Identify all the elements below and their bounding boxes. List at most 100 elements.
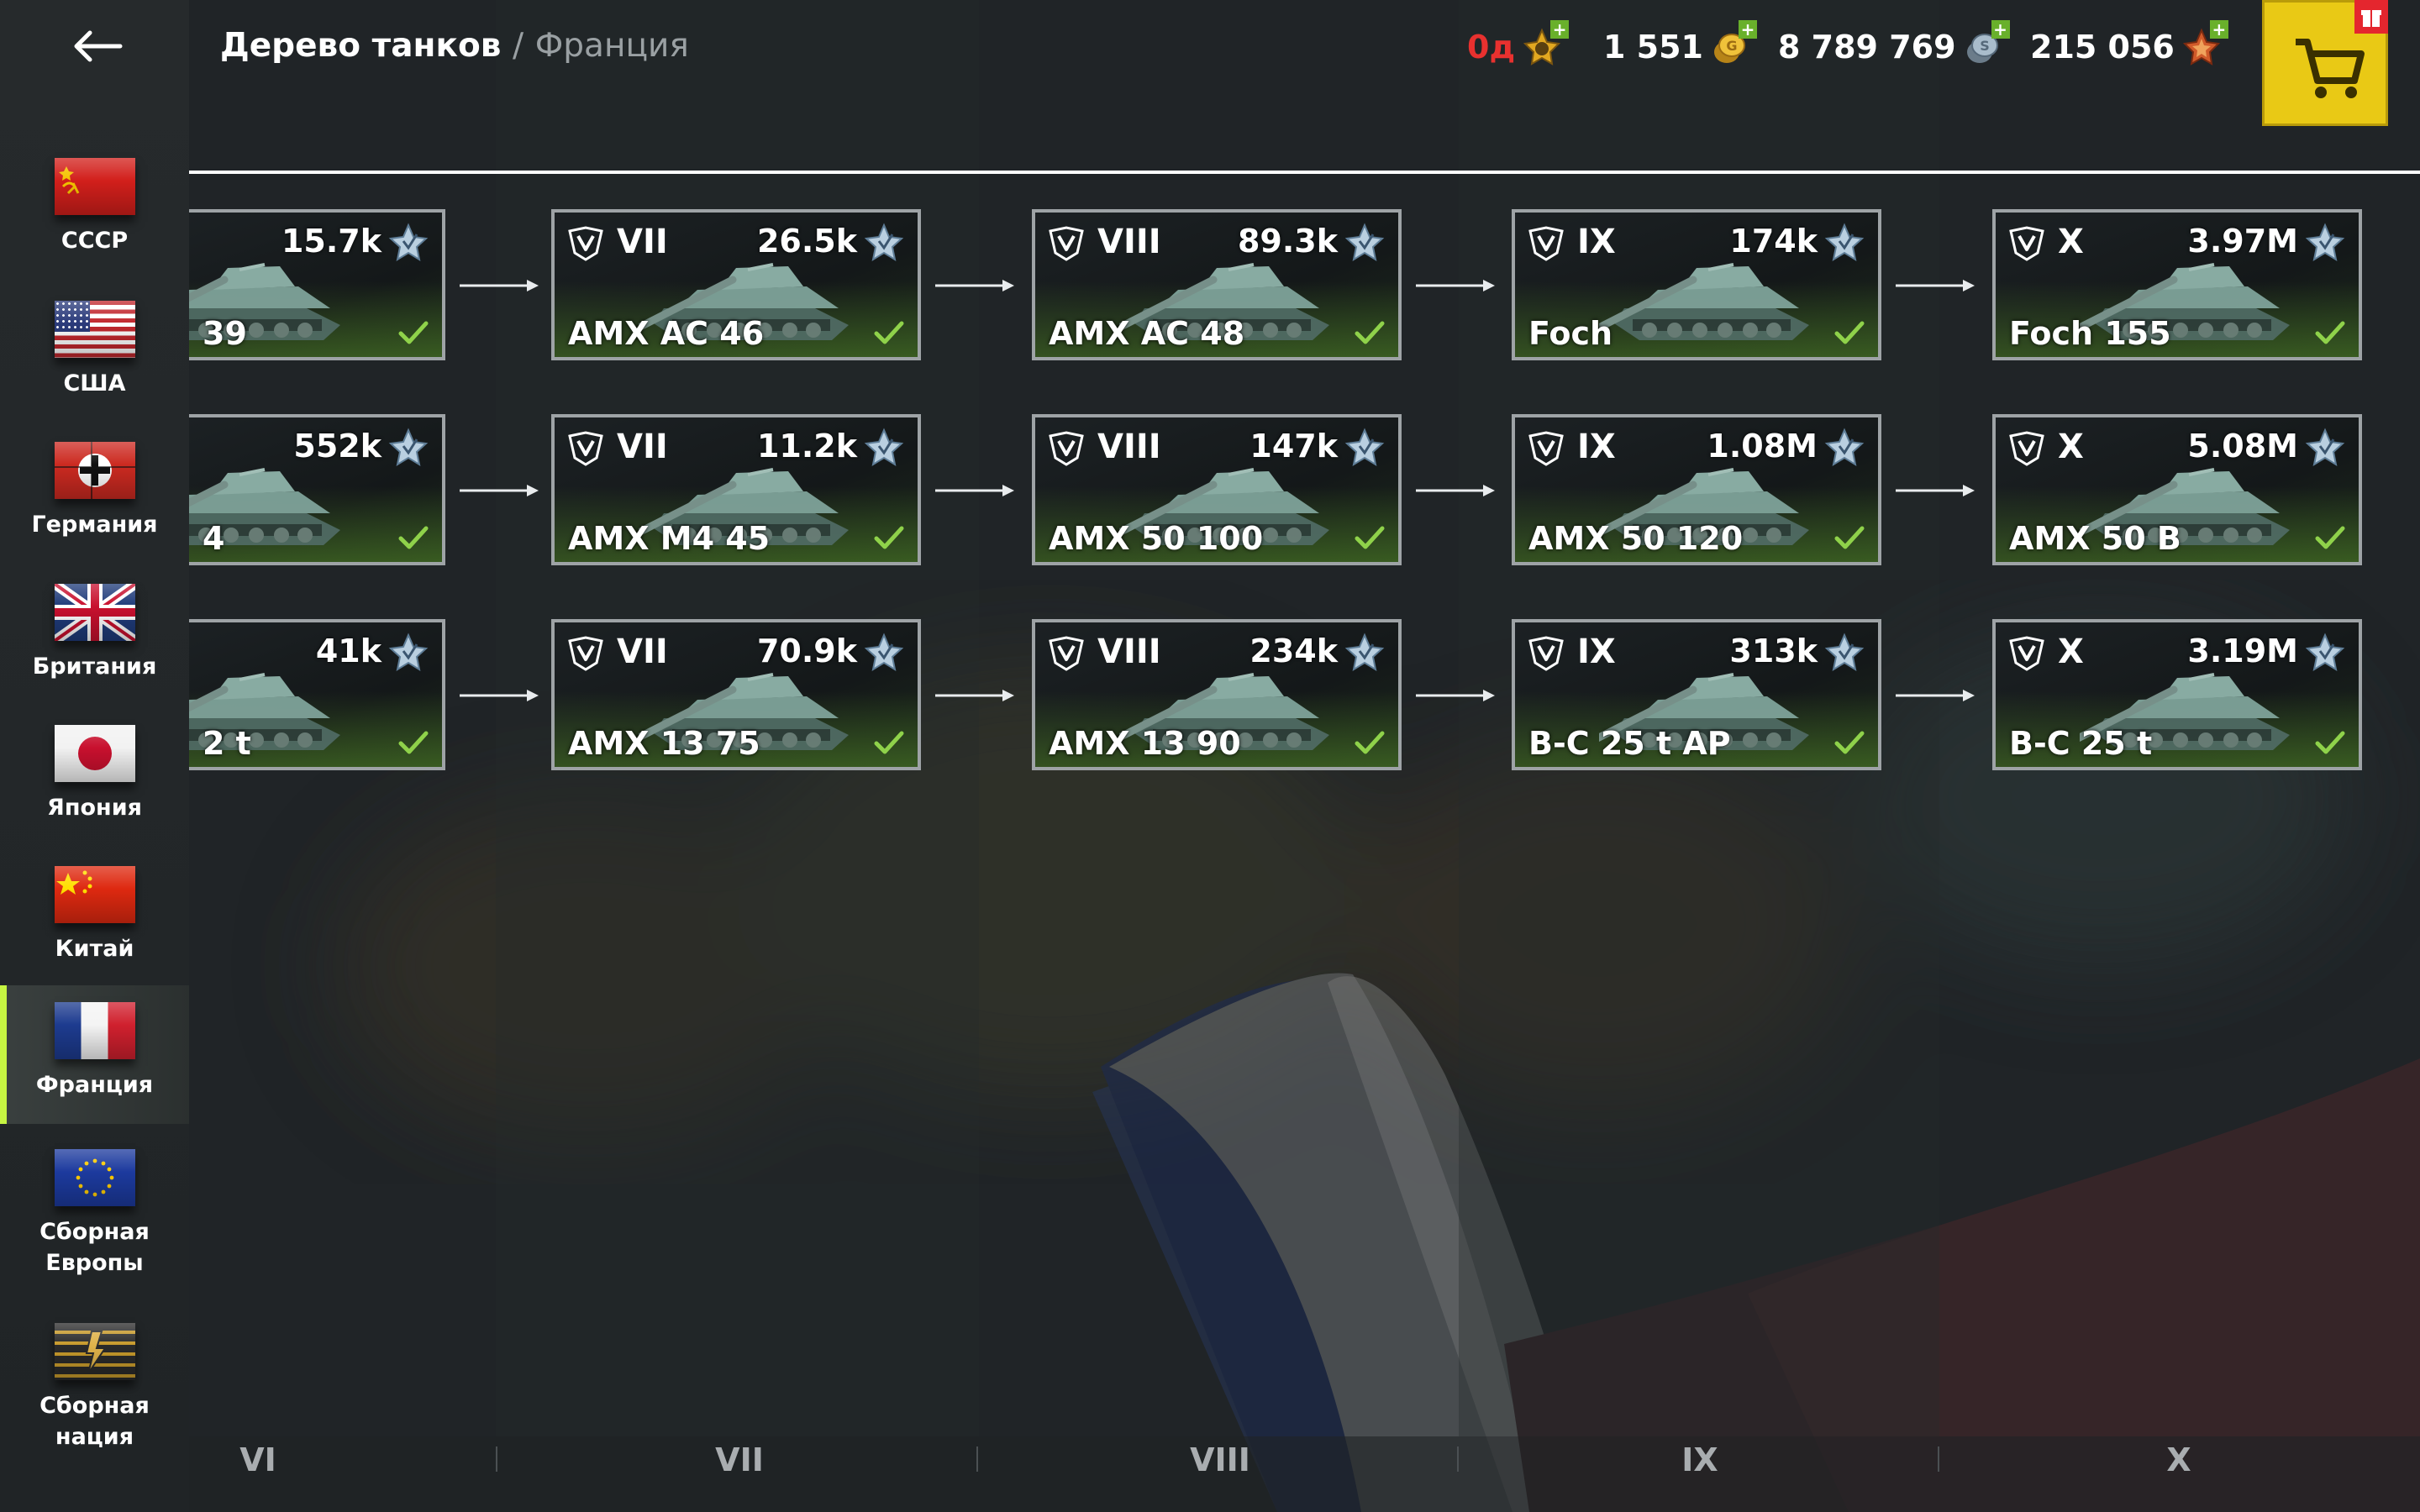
- xp-star-icon: [1824, 428, 1865, 468]
- nation-germany[interactable]: Германия: [0, 425, 189, 559]
- tank-xp: 3.19M: [2187, 633, 2298, 669]
- tank-xp: 3.97M: [2187, 223, 2298, 260]
- add-free-xp-plus-icon[interactable]: +: [2209, 20, 2228, 39]
- gift-icon[interactable]: [2354, 0, 2388, 34]
- tank-card[interactable]: VII 11.2k AMX M4 45: [551, 414, 921, 565]
- nation-hybrid[interactable]: Сборная нация: [0, 1306, 189, 1457]
- xp-star-icon: [2305, 223, 2345, 263]
- researched-check-icon: [1834, 730, 1865, 755]
- tank-card[interactable]: X 3.19M B-C 25 t: [1992, 619, 2362, 770]
- clock-booster-icon: +: [1522, 20, 1570, 67]
- nation-china[interactable]: Китай: [0, 849, 189, 984]
- back-button[interactable]: [59, 17, 134, 76]
- xp-star-icon: [1824, 633, 1865, 673]
- tank-xp: 15.7k: [281, 223, 381, 260]
- nation-label: Китай: [55, 936, 134, 962]
- tank-class-icon: [1527, 224, 1565, 263]
- shop-button[interactable]: [2262, 0, 2388, 126]
- tank-class-icon: [1047, 634, 1086, 673]
- nation-label: СССР: [60, 228, 129, 254]
- tank-card[interactable]: VIII 147k AMX 50 100: [1032, 414, 1402, 565]
- nation-usa[interactable]: США: [0, 284, 189, 418]
- tank-tier: IX: [1577, 428, 1616, 466]
- free-xp-currency[interactable]: 215 056 +: [2030, 20, 2228, 74]
- xp-star-icon: [388, 223, 429, 263]
- xp-star-icon: [2305, 428, 2345, 468]
- tank-xp: 174k: [1729, 223, 1818, 260]
- xp-star-icon: [1344, 633, 1385, 673]
- nation-japan[interactable]: Япония: [0, 708, 189, 843]
- researched-check-icon: [874, 730, 904, 755]
- tank-card[interactable]: IX 1.08M AMX 50 120: [1512, 414, 1881, 565]
- tank-name: AMX 50 120: [1528, 520, 1744, 557]
- xp-star-icon: [864, 223, 904, 263]
- usa-flag-icon: [54, 301, 135, 358]
- researched-check-icon: [2315, 320, 2345, 345]
- tier-label[interactable]: VII: [715, 1441, 764, 1478]
- tank-name: B-C 25 t AP: [1528, 725, 1731, 762]
- tank-xp: 11.2k: [756, 428, 857, 465]
- tank-card[interactable]: VIII 234k AMX 13 90: [1032, 619, 1402, 770]
- tank-card[interactable]: VII 26.5k AMX AC 46: [551, 209, 921, 360]
- nation-label: Сборная Европы: [39, 1219, 150, 1276]
- tree-top-divider: [189, 171, 2420, 174]
- booster-currency[interactable]: 0д +: [1467, 20, 1570, 74]
- tank-class-icon: [1047, 429, 1086, 468]
- tier-divider: [1457, 1446, 1459, 1472]
- tank-tier: VIII: [1097, 633, 1161, 671]
- nation-uk[interactable]: Британия: [0, 567, 189, 701]
- gold-coin-icon: G +: [1710, 20, 1757, 67]
- research-arrow-icon: [1894, 482, 1978, 499]
- tank-class-icon: [2007, 224, 2046, 263]
- japan-flag-icon: [54, 725, 135, 782]
- research-arrow-icon: [1894, 687, 1978, 704]
- researched-check-icon: [1355, 320, 1385, 345]
- credits-value: 8 789 769: [1778, 29, 1956, 66]
- tier-label[interactable]: X: [2166, 1441, 2191, 1478]
- researched-check-icon: [398, 525, 429, 550]
- tank-card[interactable]: VIII 89.3k AMX AC 48: [1032, 209, 1402, 360]
- tank-card[interactable]: 15.7k 39: [189, 209, 445, 360]
- tank-card[interactable]: X 5.08M AMX 50 B: [1992, 414, 2362, 565]
- tank-card[interactable]: X 3.97M Foch 155: [1992, 209, 2362, 360]
- tank-tier: IX: [1577, 223, 1616, 261]
- tank-tier: X: [2058, 428, 2084, 466]
- xp-star-icon: [864, 428, 904, 468]
- research-arrow-icon: [934, 687, 1018, 704]
- tank-class-icon: [566, 634, 605, 673]
- tier-label[interactable]: VI: [239, 1441, 276, 1478]
- tank-card[interactable]: IX 174k Foch: [1512, 209, 1881, 360]
- tank-tier: VII: [617, 633, 668, 671]
- research-arrow-icon: [1414, 482, 1498, 499]
- tank-tier: X: [2058, 223, 2084, 261]
- nation-europe[interactable]: Сборная Европы: [0, 1132, 189, 1284]
- credits-currency[interactable]: 8 789 769 S +: [1778, 20, 2010, 74]
- add-credits-plus-icon[interactable]: +: [1991, 20, 2010, 39]
- researched-check-icon: [874, 525, 904, 550]
- tank-name: Foch: [1528, 315, 1613, 352]
- tier-label[interactable]: IX: [1681, 1441, 1718, 1478]
- tank-card[interactable]: 41k 2 t: [189, 619, 445, 770]
- hybrid-nation-flag-icon: [54, 1323, 135, 1380]
- tank-class-icon: [566, 429, 605, 468]
- france-flag-icon: [54, 1002, 135, 1059]
- gold-value: 1 551: [1603, 29, 1703, 66]
- tank-card[interactable]: 552k 4: [189, 414, 445, 565]
- tank-card[interactable]: IX 313k B-C 25 t AP: [1512, 619, 1881, 770]
- tank-card[interactable]: VII 70.9k AMX 13 75: [551, 619, 921, 770]
- tank-name: B-C 25 t: [2009, 725, 2153, 762]
- add-booster-plus-icon[interactable]: +: [1550, 20, 1570, 39]
- tank-name: AMX AC 46: [568, 315, 765, 352]
- tank-xp: 313k: [1729, 633, 1818, 669]
- tank-name: AMX 50 100: [1049, 520, 1264, 557]
- tier-label[interactable]: VIII: [1190, 1441, 1250, 1478]
- add-gold-plus-icon[interactable]: +: [1739, 20, 1757, 39]
- tank-xp: 234k: [1249, 633, 1338, 669]
- gold-currency[interactable]: 1 551 G +: [1603, 20, 1757, 74]
- nation-france[interactable]: Франция: [0, 985, 189, 1124]
- tank-name: AMX AC 48: [1049, 315, 1245, 352]
- tier-divider: [496, 1446, 497, 1472]
- research-arrow-icon: [1894, 277, 1978, 294]
- tank-xp: 41k: [315, 633, 381, 669]
- nation-ussr[interactable]: СССР: [0, 141, 189, 276]
